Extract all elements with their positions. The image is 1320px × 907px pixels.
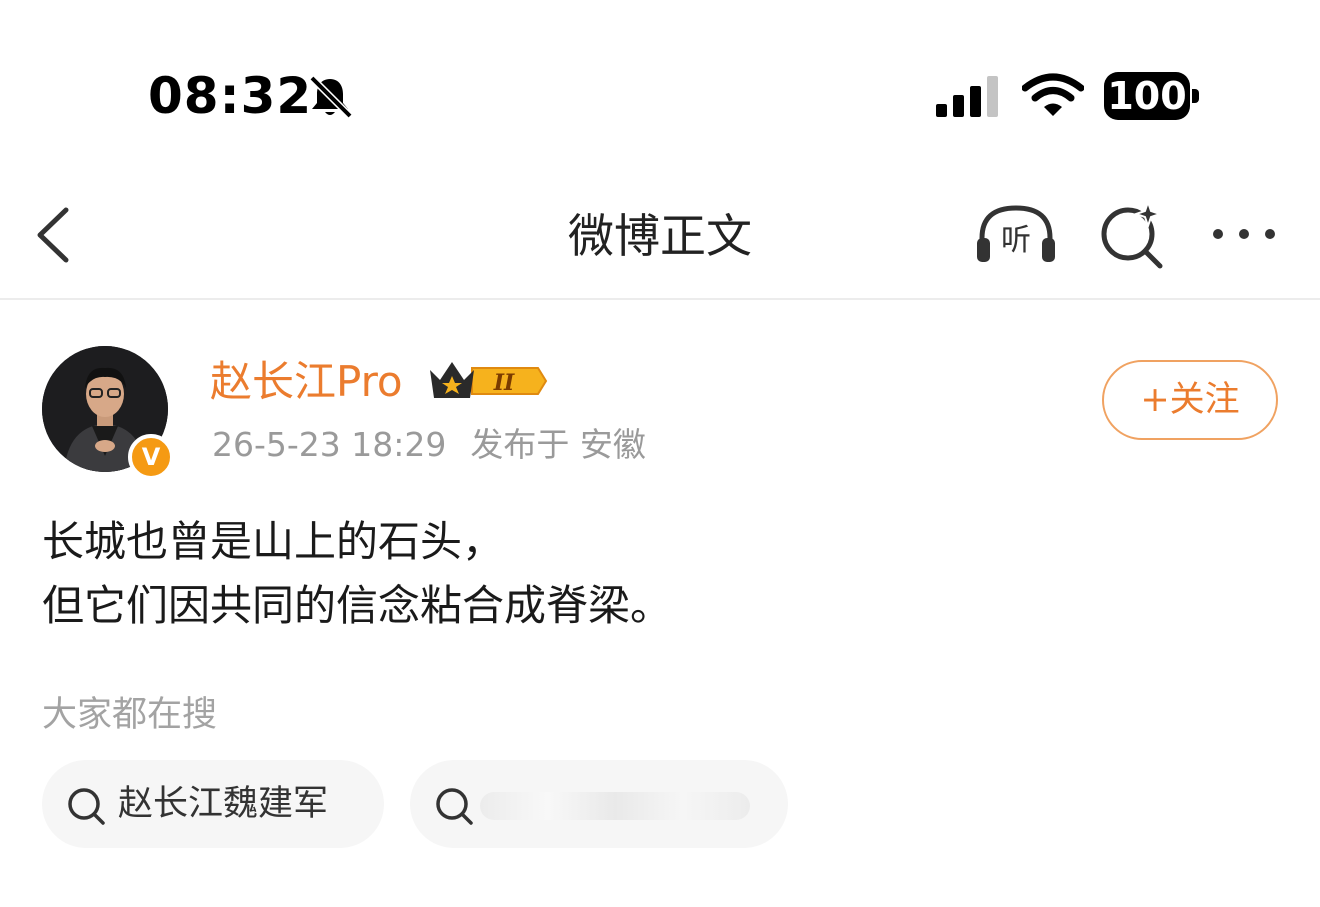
blurred-text-placeholder	[480, 792, 750, 820]
post-timestamp: 26-5-23 18:29	[212, 425, 447, 464]
headphones-listen-icon[interactable]: 听	[972, 200, 1060, 270]
post-meta: 26-5-23 18:29 发布于 安徽	[212, 422, 646, 468]
search-suggestion-chip[interactable]: 赵长江魏建军	[42, 760, 384, 848]
search-suggestion-text: 赵长江魏建军	[118, 784, 329, 824]
back-chevron-icon[interactable]	[30, 204, 80, 266]
battery-cap	[1192, 89, 1199, 103]
post-content: 长城也曾是山上的石头， 但它们因共同的信念粘合成脊梁。	[42, 510, 1242, 638]
listen-label: 听	[1001, 223, 1031, 258]
search-suggestion-chip-blurred[interactable]	[410, 760, 788, 848]
post-line: 长城也曾是山上的石头，	[42, 517, 505, 566]
bell-slash-icon	[309, 75, 353, 119]
search-icon	[68, 788, 105, 825]
post-location: 发布于 安徽	[470, 425, 646, 464]
battery-icon: 100	[1104, 72, 1200, 120]
post-line: 但它们因共同的信念粘合成脊梁。	[42, 581, 673, 630]
crown-level-badge-icon[interactable]: II	[428, 358, 548, 404]
author-name[interactable]: 赵长江Pro	[210, 354, 403, 410]
more-dots-icon[interactable]	[1208, 214, 1280, 254]
verified-badge: V	[128, 434, 174, 480]
signal-icon	[936, 76, 998, 117]
battery-level: 100	[1107, 74, 1187, 118]
follow-button[interactable]: +关注	[1102, 360, 1278, 440]
nav-divider	[0, 298, 1320, 300]
search-icon	[436, 788, 473, 825]
weibo-post-page: 08:32 100 微博正文 听 V 赵长江Pro II 26-5-23 18:…	[0, 0, 1320, 907]
trending-searches-label: 大家都在搜	[42, 695, 218, 735]
level-badge-text: II	[493, 370, 515, 396]
page-title: 微博正文	[568, 209, 752, 263]
wifi-icon	[1022, 73, 1084, 116]
search-sparkle-icon[interactable]	[1096, 198, 1168, 270]
status-time: 08:32	[148, 67, 313, 125]
